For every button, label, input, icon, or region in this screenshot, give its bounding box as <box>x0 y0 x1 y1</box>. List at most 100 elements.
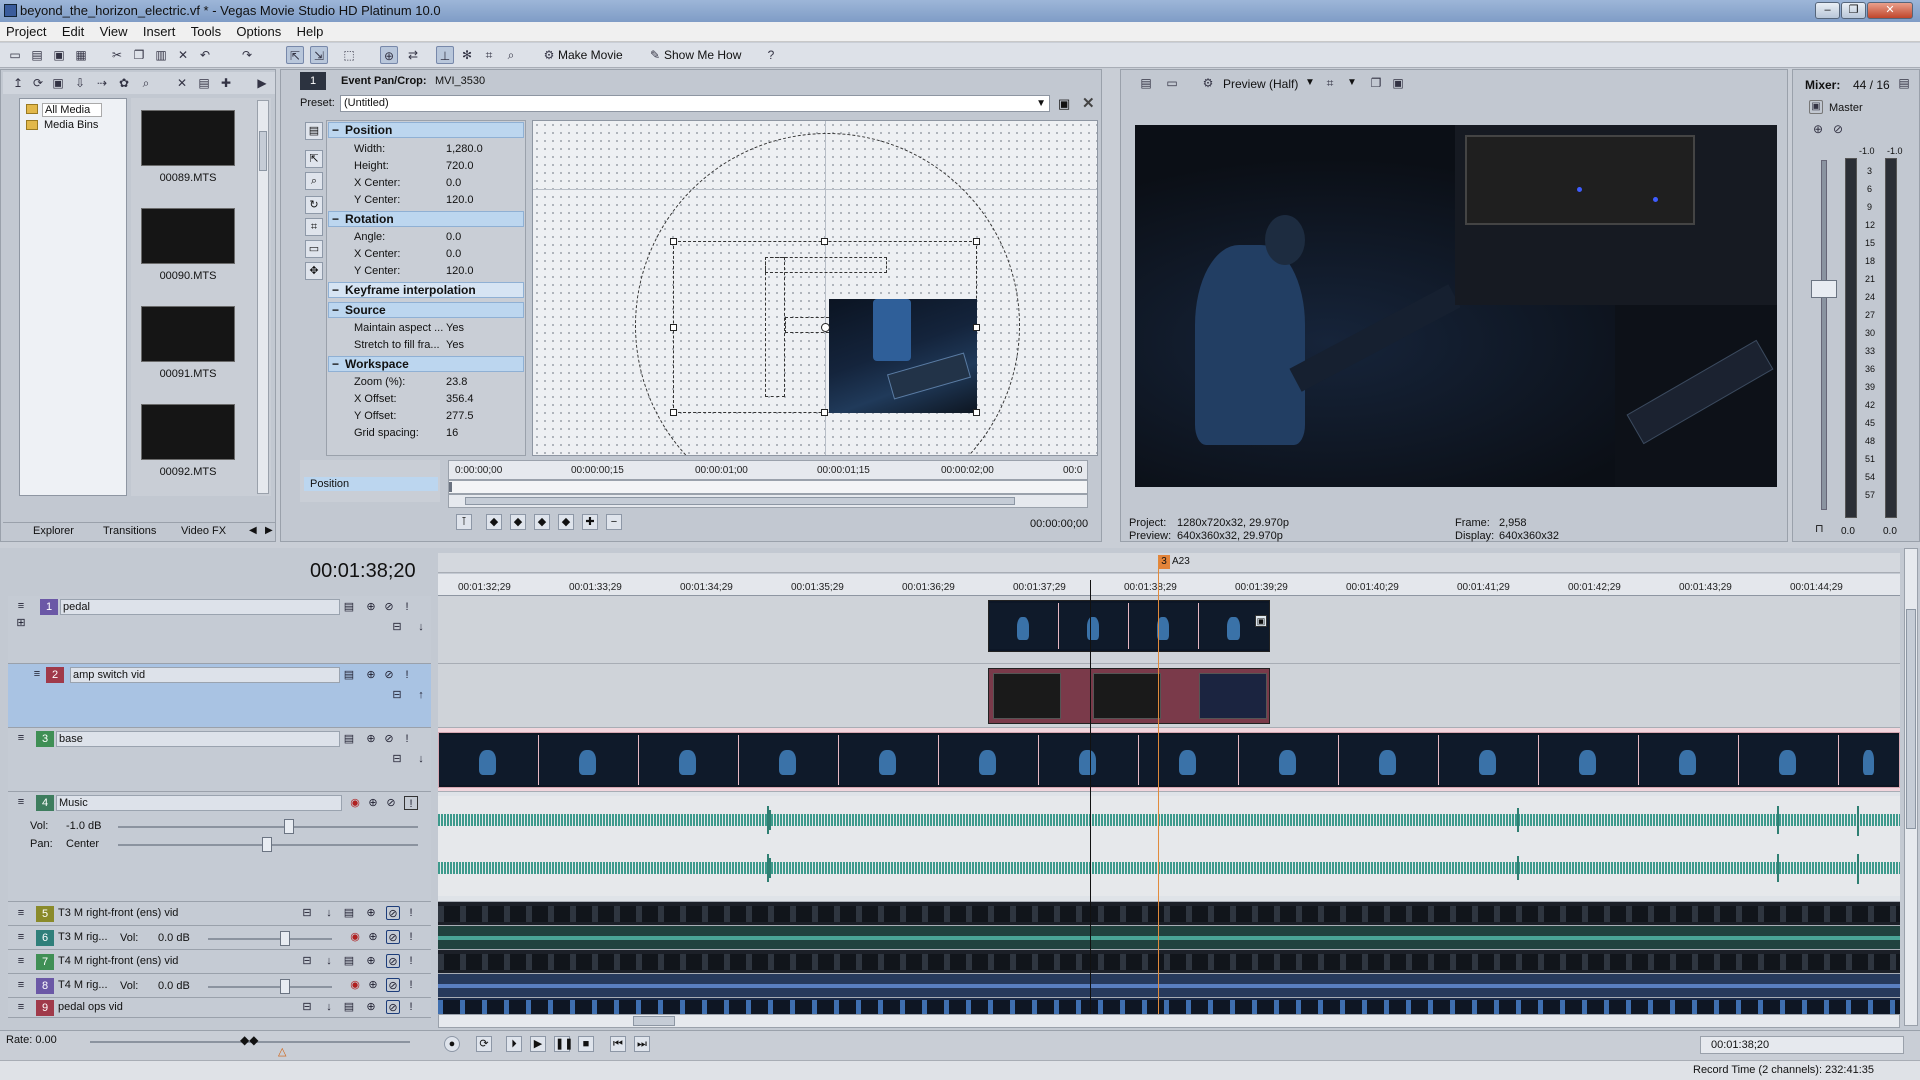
up-folder-icon[interactable]: ↥ <box>9 74 27 92</box>
zoom-edit-icon[interactable]: ⌕ <box>305 172 323 190</box>
solo-icon[interactable]: ! <box>404 1000 418 1014</box>
menu-insert[interactable]: Insert <box>137 22 182 42</box>
keyframe-scrollbar[interactable] <box>448 494 1088 508</box>
close-button[interactable]: ✕ <box>1867 2 1913 19</box>
track-fx-icon[interactable]: ⊕ <box>366 978 380 992</box>
track-name[interactable]: T4 M right-front (ens) vid <box>56 954 292 970</box>
menu-tools[interactable]: Tools <box>185 22 227 42</box>
marker-bar[interactable]: 3 A23 <box>438 553 1900 573</box>
prop-stretch-to-fill[interactable]: Stretch to fill fra... Yes <box>328 337 524 354</box>
track-minimize-icon[interactable]: ≡ <box>14 978 28 992</box>
tab-scroll-right-icon[interactable]: ▶ <box>265 525 273 536</box>
scroll-thumb[interactable] <box>465 497 1015 505</box>
track-header-2[interactable]: 2 amp switch vid ≡ ▤ ⊕ ⊘ ! ⊟ ↑ <box>8 664 431 728</box>
track-name[interactable]: amp switch vid <box>70 667 340 683</box>
play-icon[interactable]: ▶ <box>530 1036 546 1052</box>
track-header-6[interactable]: 6 T3 M rig... ≡ Vol: 0.0 dB ◉ ⊕ ⊘ ! <box>8 926 431 950</box>
media-thumb-1[interactable] <box>141 110 235 166</box>
copy-snapshot-icon[interactable]: ❐ <box>1367 74 1385 92</box>
section-position[interactable]: Position <box>328 122 524 138</box>
cut-icon[interactable]: ✂ <box>108 46 126 64</box>
volume-slider-thumb[interactable] <box>284 819 294 834</box>
track-name[interactable]: pedal <box>60 599 340 615</box>
track-minimize-icon[interactable]: ≡ <box>30 667 44 681</box>
lane-5[interactable] <box>438 902 1900 926</box>
lane-4-music[interactable] <box>438 792 1900 902</box>
lane-3[interactable] <box>438 728 1900 792</box>
solo-icon[interactable]: ! <box>400 732 414 746</box>
chevron-down-icon[interactable]: ▼ <box>1347 77 1357 88</box>
capture-icon[interactable]: ▣ <box>49 74 67 92</box>
keyframe-marker[interactable] <box>449 482 452 492</box>
clip-amp-switch[interactable] <box>988 668 1270 724</box>
track-fx-icon[interactable]: ⊕ <box>364 600 378 614</box>
section-keyframe-interpolation[interactable]: Keyframe interpolation <box>328 282 524 298</box>
tree-media-bins[interactable]: Media Bins <box>44 119 98 131</box>
master-mute-icon[interactable]: ⊘ <box>1829 120 1847 138</box>
track-motion-icon[interactable]: ▤ <box>342 600 356 614</box>
prop-maintain-aspect[interactable]: Maintain aspect ... Yes <box>328 320 524 337</box>
preset-select[interactable]: (Untitled) ▼ <box>340 95 1050 112</box>
solo-icon[interactable]: ! <box>404 906 418 920</box>
lane-1[interactable]: ▣ <box>438 596 1900 664</box>
prop-y-offset[interactable]: Y Offset: 277.5 <box>328 408 524 425</box>
track-header-3[interactable]: 3 base ≡ ▤ ⊕ ⊘ ! ⊟ ↓ <box>8 728 431 792</box>
loop-playback-icon[interactable]: ⟳ <box>476 1036 492 1052</box>
search-icon[interactable]: ⌕ <box>137 74 155 92</box>
mute-icon[interactable]: ⊘ <box>386 978 400 992</box>
go-to-start-icon[interactable]: ⏮ <box>610 1036 626 1052</box>
crop-handle[interactable] <box>670 409 677 416</box>
track-motion-icon[interactable]: ▤ <box>342 668 356 682</box>
section-rotation[interactable]: Rotation <box>328 211 524 227</box>
track-header-7[interactable]: 7 T4 M right-front (ens) vid ≡ ⊟ ↓ ▤ ⊕ ⊘… <box>8 950 431 974</box>
make-compositing-child-icon[interactable]: ↓ <box>322 1000 336 1014</box>
menu-options[interactable]: Options <box>230 22 287 42</box>
keyframe-lane[interactable] <box>448 480 1088 494</box>
make-compositing-child-icon[interactable]: ↓ <box>322 906 336 920</box>
mute-icon[interactable]: ⊘ <box>386 930 400 944</box>
track-fx-icon[interactable]: ⊕ <box>364 668 378 682</box>
master-fader-track[interactable] <box>1821 160 1827 510</box>
scroll-thumb[interactable] <box>259 131 267 171</box>
playhead-cursor[interactable] <box>1090 580 1091 1020</box>
selection-tool-icon[interactable]: ⬚ <box>340 46 358 64</box>
media-fx-icon[interactable]: ✿ <box>115 74 133 92</box>
save-preset-icon[interactable]: ▣ <box>1058 96 1070 112</box>
crop-handle[interactable] <box>973 409 980 416</box>
envelope-tool-icon[interactable]: ⇲ <box>310 46 328 64</box>
media-thumb-4[interactable] <box>141 404 235 460</box>
solo-icon[interactable]: ! <box>404 978 418 992</box>
undo-icon[interactable]: ↶ <box>196 46 214 64</box>
save-snapshot-icon[interactable]: ▣ <box>1389 74 1407 92</box>
next-keyframe-icon[interactable]: ◆ <box>534 514 550 530</box>
compositing-mode-icon[interactable]: ⊟ <box>300 1000 314 1014</box>
external-monitor-icon[interactable]: ▭ <box>1163 74 1181 92</box>
track-name[interactable]: pedal ops vid <box>56 1000 292 1016</box>
prop-angle[interactable]: Angle: 0.0 <box>328 229 524 246</box>
remove-media-icon[interactable]: ✕ <box>173 74 191 92</box>
time-ruler[interactable]: 00:01:32;29 00:01:33;29 00:01:34;29 00:0… <box>438 574 1900 596</box>
make-compositing-child-icon[interactable]: ↓ <box>322 954 336 968</box>
tab-video-fx[interactable]: Video FX <box>181 525 226 537</box>
go-to-end-icon[interactable]: ⏭ <box>634 1036 650 1052</box>
media-thumb-2[interactable] <box>141 208 235 264</box>
crop-handle[interactable] <box>973 238 980 245</box>
tab-explorer[interactable]: Explorer <box>33 525 74 537</box>
marker-flag[interactable]: 3 <box>1158 555 1170 569</box>
properties-icon[interactable]: ▦ <box>72 46 90 64</box>
rate-slider-thumb[interactable]: ◆◆ <box>240 1033 258 1047</box>
save-icon[interactable]: ▣ <box>50 46 68 64</box>
track-fx-icon[interactable]: ⊕ <box>366 796 380 810</box>
master-fader[interactable] <box>1811 280 1837 298</box>
prop-rot-x-center[interactable]: X Center: 0.0 <box>328 246 524 263</box>
play-from-start-icon[interactable]: ⏵ <box>506 1036 522 1052</box>
clip-thumb-strip[interactable] <box>438 954 1900 970</box>
normal-edit-icon[interactable]: ⇱ <box>305 150 323 168</box>
maximize-button[interactable]: ❐ <box>1841 2 1866 19</box>
last-keyframe-icon[interactable]: ◆ <box>558 514 574 530</box>
clip-thumb-strip[interactable] <box>438 906 1900 922</box>
prop-grid-spacing[interactable]: Grid spacing: 16 <box>328 425 524 442</box>
expand-icon[interactable]: ⊞ <box>14 616 28 630</box>
track-minimize-icon[interactable]: ≡ <box>14 930 28 944</box>
mute-icon[interactable]: ⊘ <box>382 600 396 614</box>
